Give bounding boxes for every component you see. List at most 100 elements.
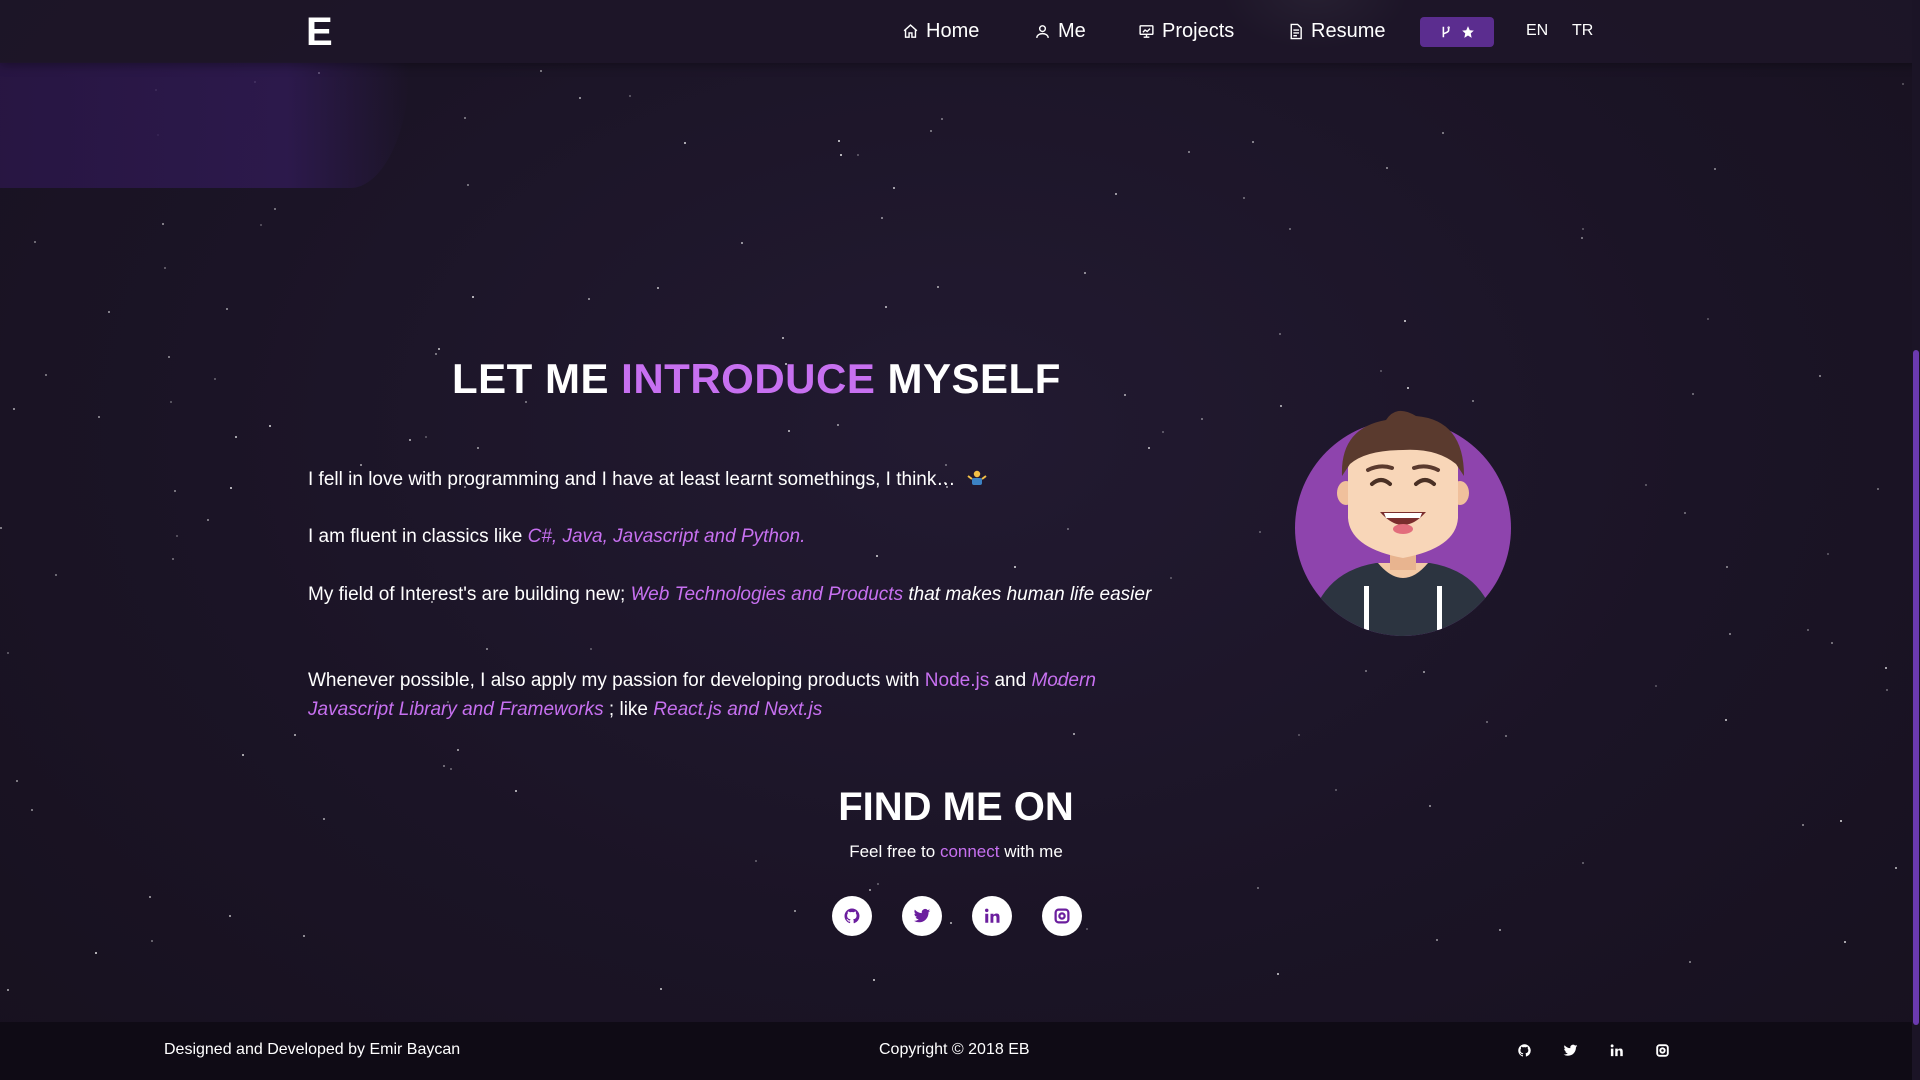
star bbox=[162, 223, 164, 225]
nav-me[interactable]: Me bbox=[1034, 20, 1086, 43]
footer-linkedin-link[interactable] bbox=[1608, 1042, 1624, 1058]
intro-heading-start: LET ME bbox=[452, 355, 622, 402]
star bbox=[1084, 272, 1086, 274]
star bbox=[1279, 333, 1281, 335]
star bbox=[464, 117, 466, 119]
footer-twitter-link[interactable] bbox=[1562, 1042, 1578, 1058]
star bbox=[1289, 228, 1291, 230]
p1-text: I fell in love with programming and I ha… bbox=[308, 469, 961, 490]
star bbox=[1885, 667, 1887, 669]
star bbox=[885, 306, 887, 308]
scrollbar-thumb[interactable] bbox=[1913, 350, 1919, 1025]
purple-blob-decoration bbox=[0, 62, 410, 188]
connect-highlight: connect bbox=[939, 842, 1000, 861]
star bbox=[1886, 689, 1888, 691]
p3-web-highlight: Web Technologies and Products bbox=[630, 584, 904, 605]
star bbox=[1582, 862, 1584, 864]
language-en-option[interactable]: EN bbox=[1526, 22, 1548, 40]
p2-text: I am fluent in classics like bbox=[308, 526, 528, 547]
star bbox=[425, 436, 427, 438]
star bbox=[477, 447, 479, 449]
nav-resume[interactable]: Resume bbox=[1287, 20, 1385, 43]
star bbox=[1014, 566, 1016, 568]
star bbox=[1729, 633, 1731, 635]
star bbox=[1486, 721, 1488, 723]
instagram-link[interactable] bbox=[1042, 896, 1082, 936]
star bbox=[857, 154, 859, 156]
star bbox=[1243, 197, 1245, 199]
star bbox=[1692, 393, 1694, 395]
star bbox=[230, 487, 232, 489]
star bbox=[1819, 375, 1821, 377]
star bbox=[1902, 83, 1904, 85]
nav-projects-label: Projects bbox=[1162, 20, 1235, 42]
star bbox=[1380, 370, 1382, 372]
star bbox=[1148, 447, 1150, 449]
star bbox=[837, 424, 839, 426]
star bbox=[1831, 642, 1833, 644]
intro-paragraph-3: My field of Interest's are building new;… bbox=[308, 580, 1163, 609]
star bbox=[457, 749, 459, 751]
star bbox=[840, 154, 842, 156]
instagram-icon bbox=[1655, 1043, 1669, 1057]
github-icon bbox=[844, 908, 860, 924]
nav-projects[interactable]: Projects bbox=[1138, 20, 1234, 43]
star bbox=[13, 408, 15, 410]
star bbox=[1714, 168, 1716, 170]
star bbox=[1124, 394, 1126, 396]
star bbox=[7, 652, 9, 654]
linkedin-link[interactable] bbox=[972, 896, 1012, 936]
star bbox=[438, 348, 440, 350]
p3-rest: that makes human life easier bbox=[903, 584, 1152, 605]
star bbox=[1280, 405, 1282, 407]
twitter-link[interactable] bbox=[902, 896, 942, 936]
star bbox=[1684, 512, 1686, 514]
star bbox=[235, 436, 237, 438]
github-link[interactable] bbox=[832, 896, 872, 936]
footer-copyright: Copyright © 2018 EB bbox=[879, 1041, 1030, 1058]
star bbox=[1259, 531, 1261, 533]
star bbox=[34, 241, 36, 243]
star bbox=[45, 374, 47, 376]
star bbox=[873, 979, 875, 981]
nav-home[interactable]: Home bbox=[902, 20, 979, 43]
github-fork-star-button[interactable] bbox=[1420, 17, 1494, 47]
star bbox=[660, 988, 662, 990]
footer-instagram-link[interactable] bbox=[1654, 1042, 1670, 1058]
footer-credit: Designed and Developed by Emir Baycan bbox=[164, 1041, 461, 1058]
star bbox=[1423, 671, 1425, 673]
star bbox=[260, 224, 262, 226]
star bbox=[1807, 629, 1809, 631]
star bbox=[684, 142, 686, 144]
p4-like: ; like bbox=[603, 699, 654, 720]
footer-github-link[interactable] bbox=[1516, 1042, 1532, 1058]
star bbox=[168, 356, 170, 358]
language-tr-option[interactable]: TR bbox=[1572, 22, 1593, 40]
star-icon bbox=[1462, 26, 1474, 38]
star bbox=[303, 935, 305, 937]
star bbox=[782, 337, 784, 339]
star bbox=[95, 952, 97, 954]
star bbox=[588, 298, 590, 300]
star bbox=[930, 130, 932, 132]
intro-heading-end: MYSELF bbox=[875, 355, 1061, 402]
star bbox=[1257, 887, 1259, 889]
intro-paragraph-2: I am fluent in classics like C#, Java, J… bbox=[308, 522, 1163, 551]
star bbox=[409, 439, 411, 441]
star bbox=[1655, 685, 1657, 687]
star bbox=[443, 765, 445, 767]
star bbox=[1645, 484, 1647, 486]
star bbox=[1386, 167, 1388, 169]
footer-social-links bbox=[1516, 1042, 1670, 1058]
p3-text: My field of Interest's are building new; bbox=[308, 584, 631, 605]
logo[interactable]: E bbox=[306, 10, 333, 55]
star bbox=[55, 574, 57, 576]
star bbox=[788, 430, 790, 432]
star bbox=[1581, 237, 1583, 239]
star bbox=[937, 286, 939, 288]
star bbox=[1188, 151, 1190, 153]
star bbox=[876, 555, 878, 557]
star bbox=[16, 780, 18, 782]
star bbox=[174, 490, 176, 492]
star bbox=[176, 535, 178, 537]
